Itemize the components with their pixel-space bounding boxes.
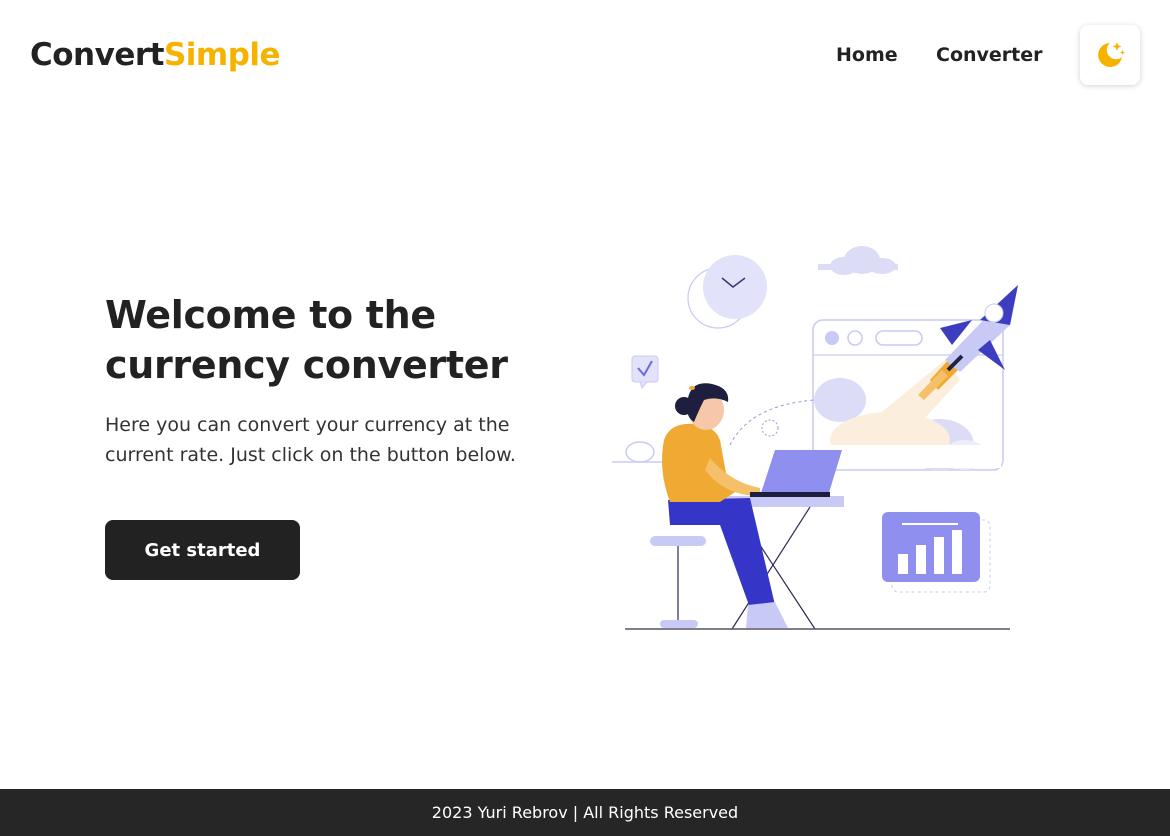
logo-simple-text: Simple — [163, 37, 281, 73]
hero-illustration — [612, 246, 1018, 630]
hero-title: Welcome to the currency converter — [105, 293, 508, 387]
theme-toggle-button[interactable] — [1080, 25, 1140, 85]
cloud-top-shape — [818, 246, 898, 275]
laptop-shape — [750, 450, 842, 497]
site-footer: 2023 Yuri Rebrov | All Rights Reserved — [0, 789, 1170, 836]
get-started-button[interactable]: Get started — [105, 520, 300, 580]
logo-convert-text: Convert — [30, 37, 164, 73]
site-header: ConvertSimple Home Converter — [0, 0, 1170, 110]
hero-description: Here you can convert your currency at th… — [105, 414, 516, 466]
bar-chart-card-shape — [882, 512, 991, 593]
footer-copyright-text: 2023 Yuri Rebrov | All Rights Reserved — [431, 803, 739, 822]
moon-stars-icon — [1098, 42, 1125, 67]
check-bubble-shape — [631, 355, 659, 390]
site-logo[interactable]: ConvertSimple — [30, 34, 281, 76]
dashed-path-shape — [729, 399, 816, 446]
stool-shape — [650, 536, 706, 628]
nav-home-link[interactable]: Home — [836, 42, 898, 68]
nav-converter-link[interactable]: Converter — [936, 42, 1043, 68]
clock-shape — [687, 255, 767, 329]
